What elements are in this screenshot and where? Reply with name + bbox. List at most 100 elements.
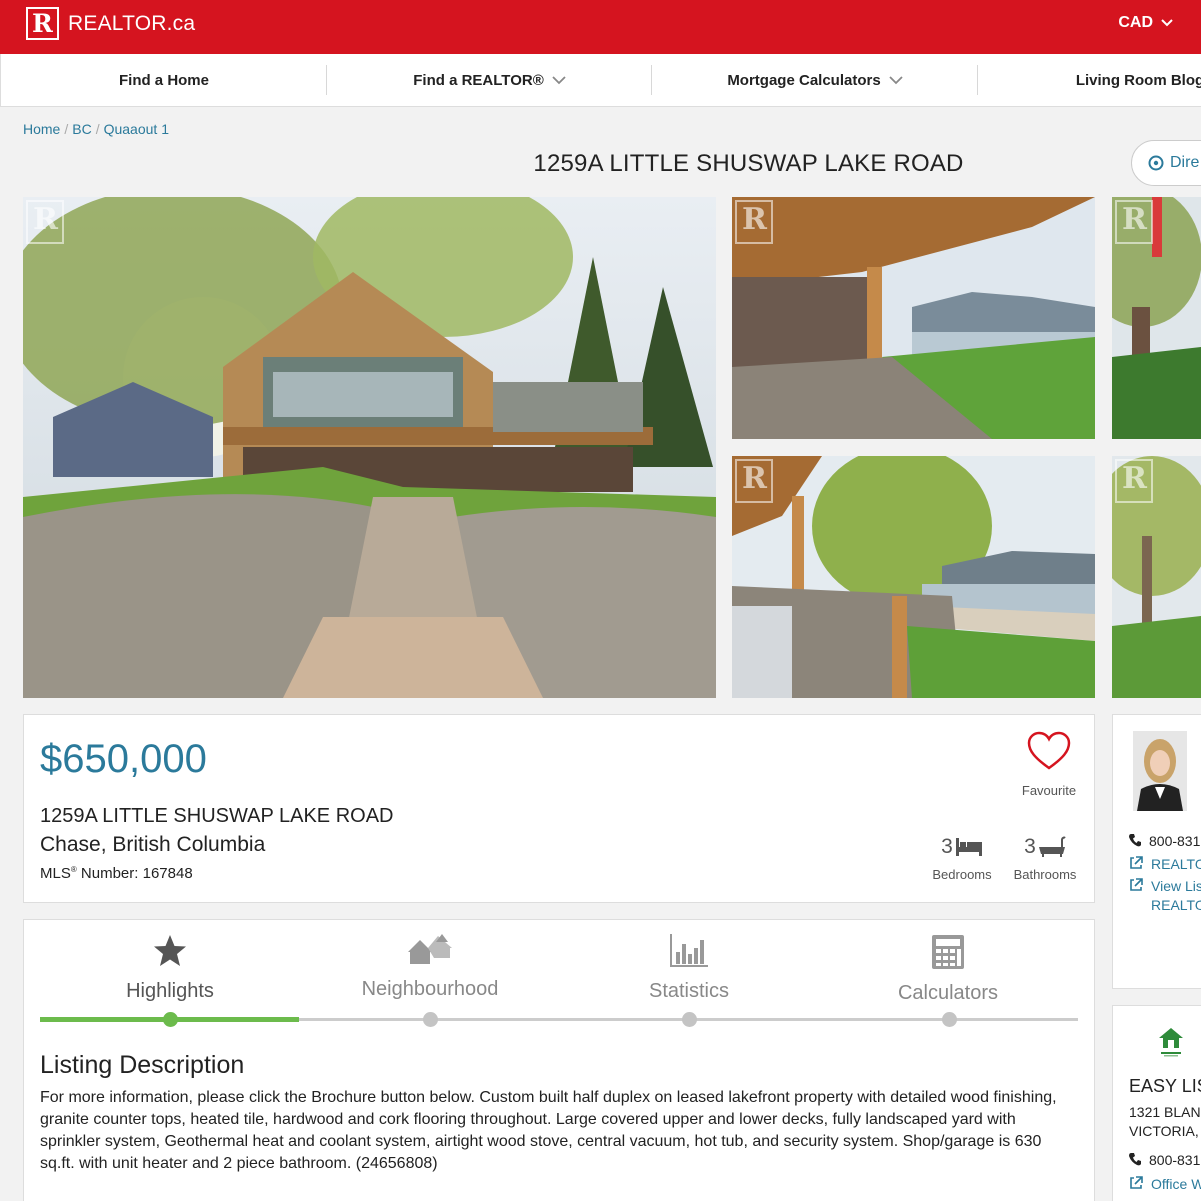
calculator-icon <box>932 935 964 969</box>
favourite-button[interactable]: Favourite <box>1014 731 1084 798</box>
view-listings-label: View List <box>1151 878 1201 894</box>
favourite-label: Favourite <box>1021 783 1077 798</box>
nav-living-room-blog[interactable]: Living Room Blog <box>978 54 1201 106</box>
office-name: EASY LIST <box>1129 1076 1201 1096</box>
bathrooms-stat: 3 Bathrooms <box>1010 835 1080 882</box>
office-address-line1: 1321 BLANS <box>1129 1104 1201 1120</box>
address-line-2: Chase, British Columbia <box>40 833 266 856</box>
listing-description-title: Listing Description <box>40 1051 245 1079</box>
office-website-link[interactable]: Office W <box>1129 1176 1201 1192</box>
main-nav: Find a Home Find a REALTOR® Mortgage Cal… <box>0 54 1201 107</box>
tab-label: Calculators <box>897 982 999 1004</box>
lakefront-deck-image <box>732 456 1095 698</box>
chevron-down-icon <box>889 75 903 84</box>
listing-summary-card: $650,000 1259A LITTLE SHUSWAP LAKE ROAD … <box>23 714 1095 903</box>
star-icon <box>154 935 186 966</box>
breadcrumb-separator: / <box>64 121 69 137</box>
external-link-icon <box>1130 856 1143 869</box>
office-card: EASY LIST 1321 BLANS VICTORIA, B 800-831… <box>1112 1005 1201 1201</box>
listing-photo-5[interactable] <box>1112 456 1201 698</box>
tab-neighbourhood[interactable]: Neighbourhood <box>300 934 560 1001</box>
realtor-r-icon: R <box>26 7 59 40</box>
bedrooms-label: Bedrooms <box>932 867 992 882</box>
nav-label: Find a REALTOR® <box>413 71 544 89</box>
houses-icon <box>408 934 452 964</box>
nav-find-a-home[interactable]: Find a Home <box>1 54 327 106</box>
bedrooms-count: 3 <box>941 835 953 858</box>
main-listing-photo[interactable] <box>23 197 716 698</box>
breadcrumb-separator: / <box>95 121 100 137</box>
bedrooms-stat: 3 Bedrooms <box>930 835 994 882</box>
currency-label: CAD <box>1118 14 1153 31</box>
breadcrumb-province[interactable]: BC <box>72 121 91 137</box>
bed-icon <box>955 838 982 856</box>
nav-find-a-realtor[interactable]: Find a REALTOR® <box>327 54 652 106</box>
office-website-label: Office W <box>1151 1176 1201 1192</box>
address-line-1: 1259A LITTLE SHUSWAP LAKE ROAD <box>40 805 394 827</box>
tab-highlights[interactable]: Highlights <box>40 934 300 1003</box>
tab-calculators[interactable]: Calculators <box>818 934 1078 1005</box>
top-bar: R REALTOR.ca CAD <box>0 0 1201 54</box>
bar-chart-icon <box>670 934 708 967</box>
listing-photo-4[interactable] <box>1112 197 1201 439</box>
covered-deck-image <box>732 197 1095 439</box>
chevron-down-icon <box>1161 19 1173 27</box>
compass-icon <box>1148 155 1164 171</box>
agent-card: 800-831- REALTOR View List REALTOR <box>1112 714 1201 989</box>
mls-number: MLS® Number: 167848 <box>40 865 193 882</box>
directions-label: Dire <box>1170 154 1200 171</box>
agent-realtor-link-label: REALTOR <box>1151 856 1201 872</box>
office-phone-number: 800-831- <box>1149 1152 1201 1168</box>
chevron-down-icon <box>552 75 566 84</box>
office-logo-icon <box>1159 1028 1183 1057</box>
agent-avatar[interactable] <box>1133 731 1187 811</box>
tab-indicator-dot <box>423 1012 438 1027</box>
currency-selector[interactable]: CAD <box>1118 14 1173 32</box>
agent-realtor-link[interactable]: REALTOR <box>1129 856 1201 872</box>
page-title: 1259A LITTLE SHUSWAP LAKE ROAD <box>533 150 964 177</box>
phone-icon <box>1129 834 1141 847</box>
bathtub-icon <box>1038 836 1066 857</box>
tab-indicator-dot <box>682 1012 697 1027</box>
view-listings-link[interactable]: View List <box>1129 878 1201 894</box>
agent-phone-number: 800-831- <box>1149 833 1201 849</box>
realtor-watermark-icon <box>1115 200 1153 244</box>
bathrooms-label: Bathrooms <box>1013 867 1077 882</box>
listing-price: $650,000 <box>40 737 207 781</box>
office-address-line2: VICTORIA, B <box>1129 1123 1201 1139</box>
realtor-watermark-icon <box>735 200 773 244</box>
nav-mortgage-calculators[interactable]: Mortgage Calculators <box>652 54 978 106</box>
nav-label: Mortgage Calculators <box>727 71 881 89</box>
listing-photo-2[interactable] <box>732 197 1095 439</box>
listing-description-text: For more information, please click the B… <box>40 1089 1057 1172</box>
breadcrumb: Home / BC / Quaaout 1 <box>23 121 169 137</box>
view-listings-label-2: REALTOR <box>1151 897 1201 913</box>
listing-photo-3[interactable] <box>732 456 1095 698</box>
external-link-icon <box>1130 878 1143 891</box>
listing-details-card: Highlights Neighbourhood Statistics Calc… <box>23 919 1095 1201</box>
nav-label: Find a Home <box>118 71 209 89</box>
tab-label: Statistics <box>648 980 730 1002</box>
realtor-watermark-icon <box>1115 459 1153 503</box>
breadcrumb-area[interactable]: Quaaout 1 <box>104 121 169 137</box>
view-listings-link-line2[interactable]: REALTOR <box>1151 897 1201 913</box>
mls-number-value: Number: 167848 <box>76 865 193 882</box>
realtor-logo[interactable]: R REALTOR.ca <box>26 7 195 40</box>
directions-button[interactable]: Dire <box>1131 140 1201 186</box>
house-exterior-image <box>23 197 716 698</box>
realtor-watermark-icon <box>735 459 773 503</box>
tab-indicator-dot <box>163 1012 178 1027</box>
bathrooms-count: 3 <box>1024 835 1036 858</box>
agent-phone[interactable]: 800-831- <box>1129 833 1201 849</box>
realtor-watermark-icon <box>26 200 64 244</box>
logo-text: REALTOR.ca <box>68 11 196 35</box>
tab-statistics[interactable]: Statistics <box>559 934 819 1003</box>
tab-label: Highlights <box>126 980 214 1002</box>
heart-icon <box>1027 731 1071 770</box>
nav-label: Living Room Blog <box>1075 71 1201 89</box>
office-phone[interactable]: 800-831- <box>1129 1152 1201 1168</box>
agent-portrait-image <box>1133 731 1187 811</box>
tab-indicator-dot <box>942 1012 957 1027</box>
external-link-icon <box>1130 1176 1143 1189</box>
breadcrumb-home[interactable]: Home <box>23 121 60 137</box>
